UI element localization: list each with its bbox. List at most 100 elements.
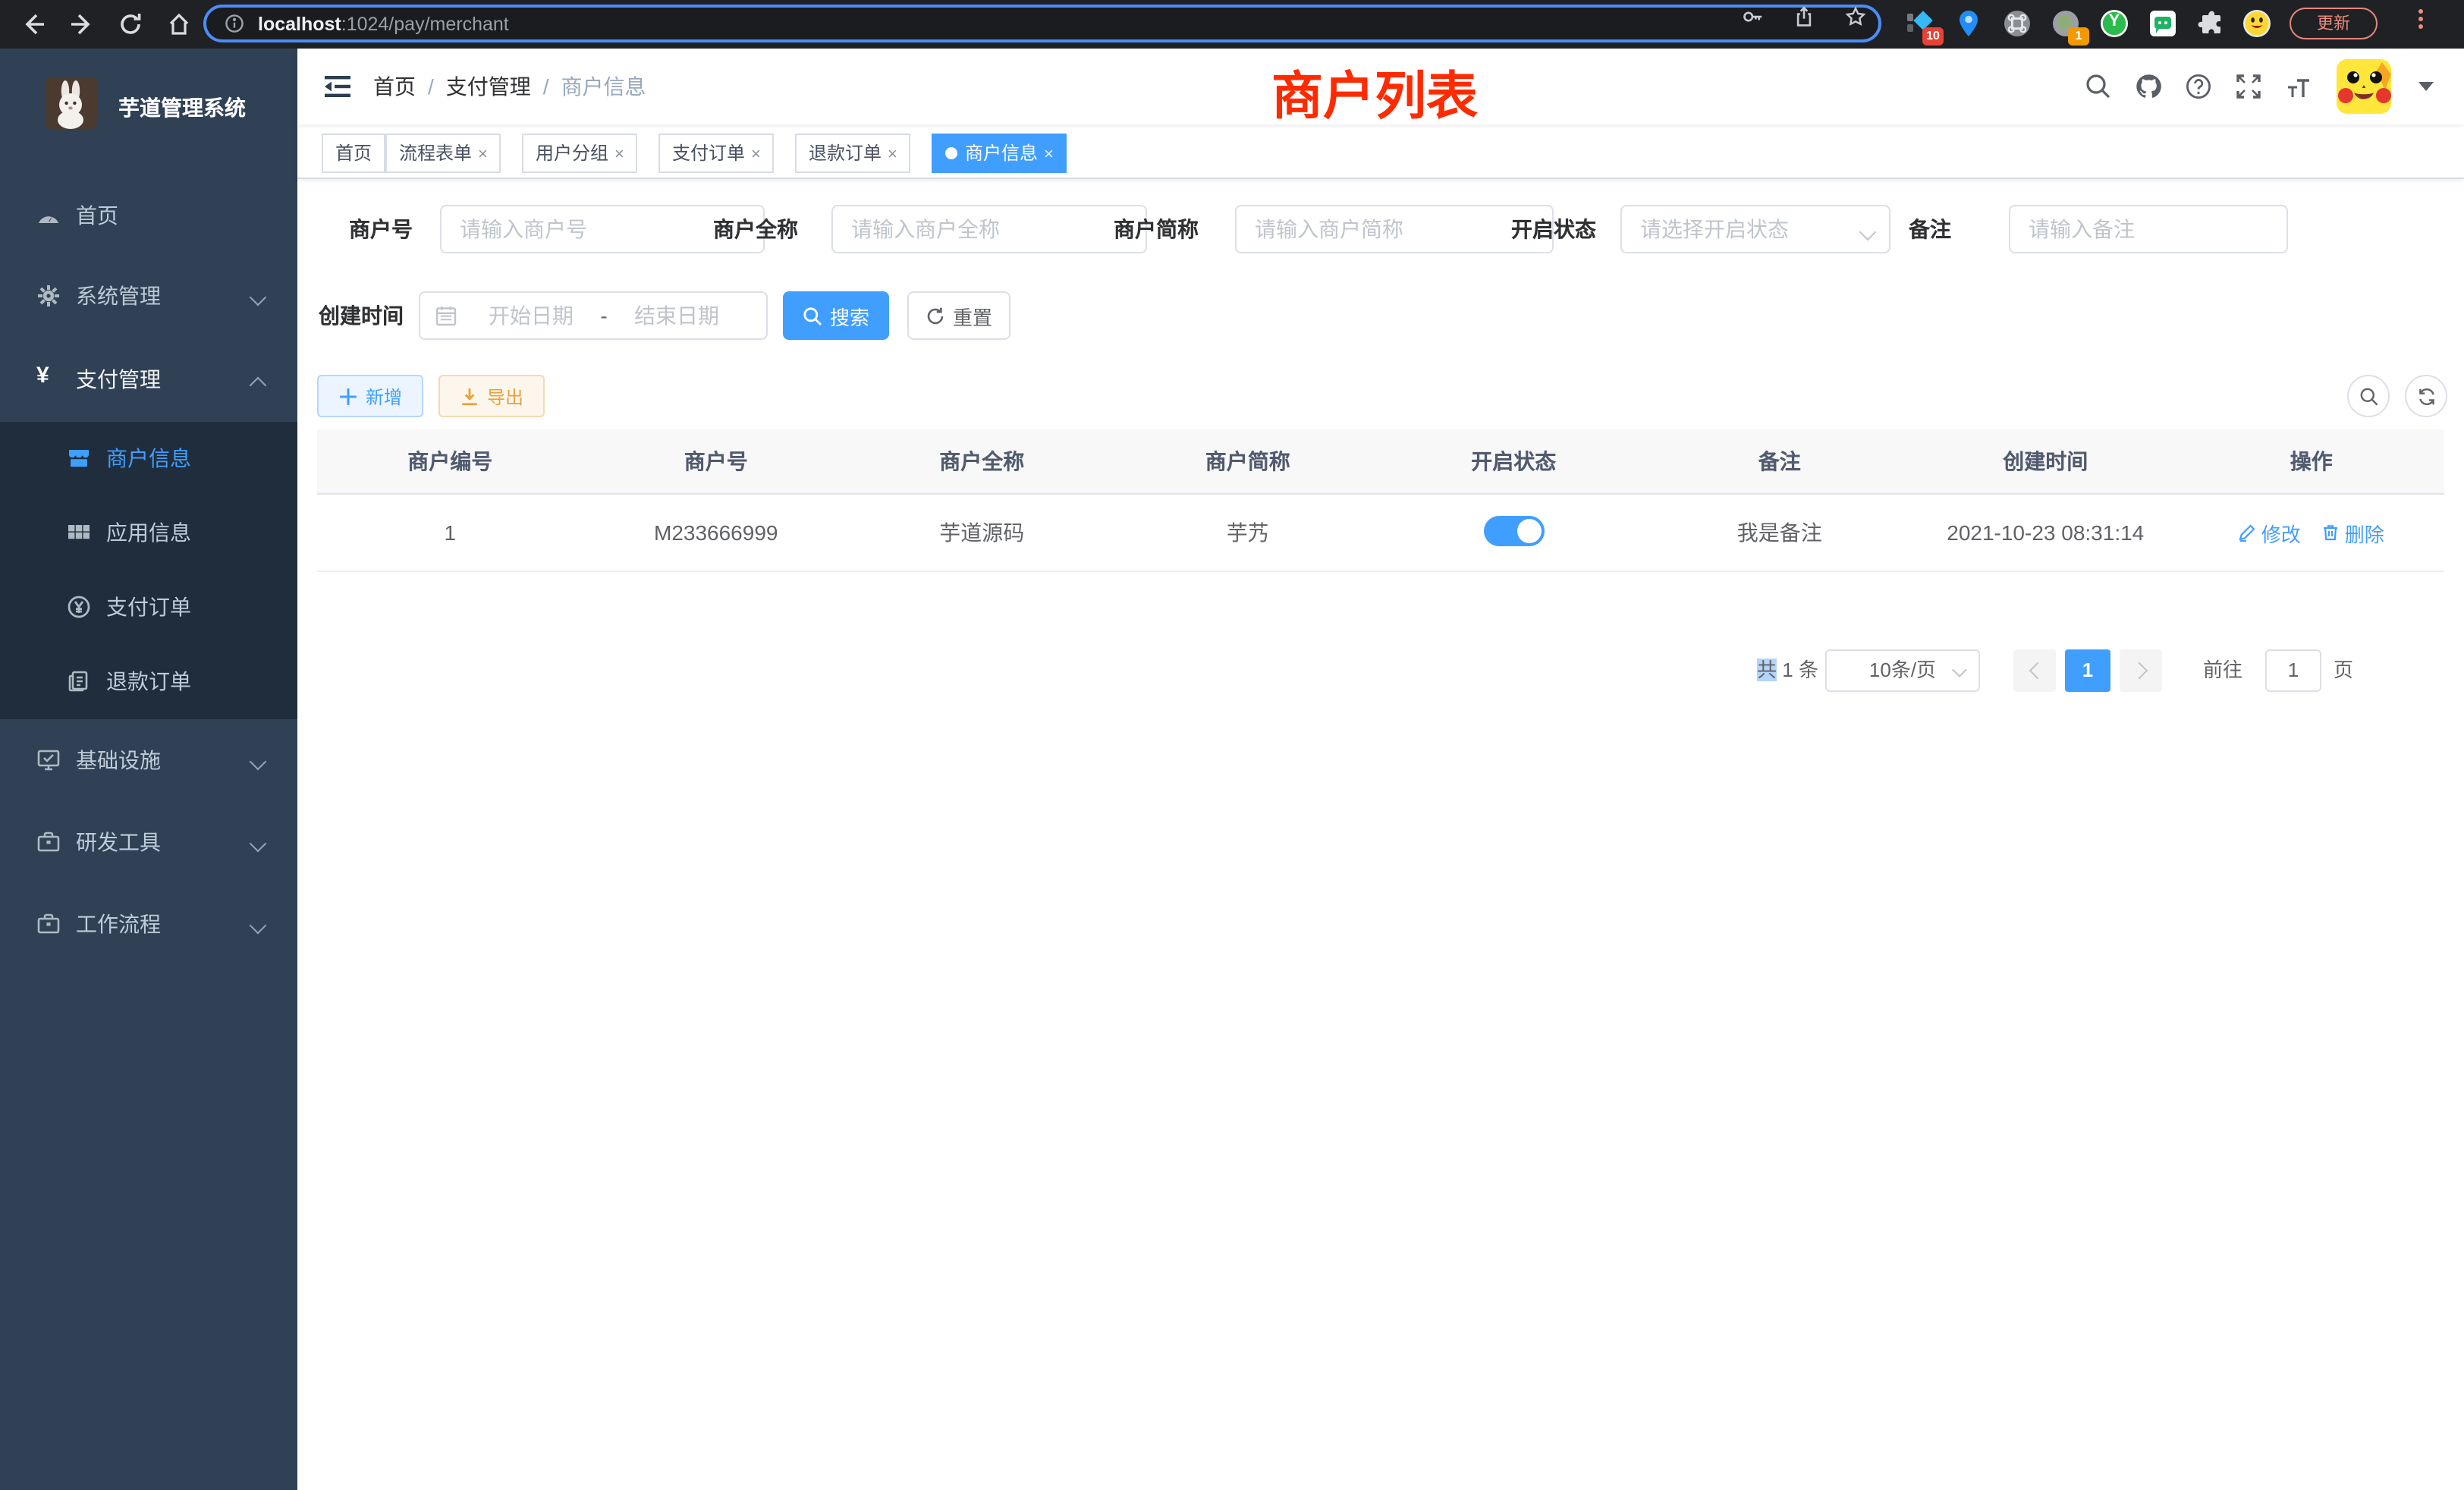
sidebar-item-home[interactable]: 首页 <box>0 173 297 258</box>
calendar-icon <box>435 305 457 326</box>
table-header: 商户编号 商户号 商户全称 商户简称 开启状态 备注 创建时间 操作 <box>317 429 2444 494</box>
total-count: 1 <box>1782 659 1793 681</box>
current-page-button[interactable]: 1 <box>2065 649 2110 692</box>
tab-refund-order[interactable]: 退款订单× <box>795 134 911 173</box>
breadcrumb-payment[interactable]: 支付管理 <box>446 74 531 99</box>
sidebar-item-system[interactable]: 系统管理 <box>0 253 297 338</box>
sidebar-item-refund-order[interactable]: 退款订单 <box>0 645 297 719</box>
extension-devtools-icon[interactable]: 10 <box>1906 9 1934 38</box>
remark-input[interactable]: 请输入备注 <box>2009 205 2288 253</box>
fullscreen-icon[interactable] <box>2235 73 2262 100</box>
tab-label: 用户分组 <box>536 143 608 164</box>
cell-full-name: 芋道源码 <box>849 494 1115 571</box>
magnifier-icon <box>803 306 822 325</box>
main-area: 首页/支付管理/商户信息 商户列表 首页 <box>297 49 2464 1490</box>
sidebar-item-app-info[interactable]: 应用信息 <box>0 496 297 571</box>
table-row: 1 M233666999 芋道源码 芋艿 我是备注 2021-10-23 08:… <box>317 494 2444 571</box>
help-icon[interactable] <box>2185 73 2212 100</box>
refresh-table-button[interactable] <box>2405 375 2447 417</box>
font-size-icon[interactable] <box>2285 73 2312 100</box>
tab-close-icon[interactable]: × <box>614 137 624 173</box>
user-avatar[interactable] <box>2337 59 2391 114</box>
sidebar-item-dev-tools[interactable]: 研发工具 <box>0 801 297 883</box>
delete-link[interactable]: 删除 <box>2322 518 2384 547</box>
github-icon[interactable] <box>2135 73 2162 100</box>
tab-home[interactable]: 首页 <box>322 134 385 173</box>
sidebar-item-label: 首页 <box>76 173 118 258</box>
full-name-input[interactable]: 请输入商户全称 <box>831 205 1147 253</box>
short-name-input[interactable]: 请输入商户简称 <box>1235 205 1554 253</box>
tab-close-icon[interactable]: × <box>751 137 761 173</box>
create-time-range-picker[interactable]: 开始日期 - 结束日期 <box>419 291 768 340</box>
browser-menu-dots-icon[interactable] <box>2415 6 2425 32</box>
add-button[interactable]: 新增 <box>317 375 423 417</box>
browser-update-button[interactable]: 更新 <box>2290 8 2378 39</box>
prev-page-button[interactable] <box>2013 649 2056 692</box>
edit-link[interactable]: 修改 <box>2239 518 2301 547</box>
extension-chat-icon[interactable] <box>2148 9 2177 38</box>
sidebar-item-payment[interactable]: ¥ 支付管理 <box>0 337 297 422</box>
page-size-select[interactable]: 10条/页 <box>1825 649 1980 692</box>
app-logo <box>46 77 97 129</box>
sidebar-item-merchant-info[interactable]: 商户信息 <box>0 422 297 496</box>
toggle-search-button[interactable] <box>2347 375 2390 417</box>
toggle-knob <box>1516 518 1541 542</box>
extensions-puzzle-icon[interactable] <box>2197 9 2226 38</box>
add-button-label: 新增 <box>366 383 402 409</box>
chevron-down-icon <box>250 835 267 853</box>
tab-close-icon[interactable]: × <box>1044 137 1054 173</box>
sidebar-fold-icon[interactable] <box>325 74 350 99</box>
next-page-button[interactable] <box>2120 649 2162 692</box>
sidebar-item-payment-order[interactable]: 支付订单 <box>0 571 297 645</box>
browser-chrome: localhost:1024/pay/merchant 10 1 Y <box>0 0 2464 49</box>
export-button[interactable]: 导出 <box>438 375 545 417</box>
status-select[interactable]: 请选择开启状态 <box>1620 205 1890 253</box>
reset-button-label: 重置 <box>953 301 992 330</box>
search-button[interactable]: 搜索 <box>783 291 889 340</box>
search-button-label: 搜索 <box>830 301 869 330</box>
start-date-placeholder: 开始日期 <box>472 293 590 338</box>
extension-pin-icon[interactable] <box>1954 9 1983 38</box>
breadcrumb-home[interactable]: 首页 <box>373 74 416 99</box>
browser-back-icon[interactable] <box>21 12 46 36</box>
extension-profile-icon[interactable]: 1 <box>2051 9 2080 38</box>
browser-home-icon[interactable] <box>167 12 191 36</box>
url-bar[interactable]: localhost:1024/pay/merchant <box>203 5 1881 42</box>
app-logo-row[interactable]: 芋道管理系统 <box>0 61 297 146</box>
tab-payment-order[interactable]: 支付订单× <box>658 134 775 173</box>
tab-merchant-info[interactable]: 商户信息× <box>932 134 1067 173</box>
tab-process-form[interactable]: 流程表单× <box>385 134 501 173</box>
reset-button[interactable]: 重置 <box>907 291 1010 340</box>
tab-user-group[interactable]: 用户分组 × <box>522 134 638 173</box>
tags-view-bar: 首页 流程表单× 用户分组 × 支付订单× 退款订单× 商户信息× <box>297 127 2464 179</box>
avatar-caret-down-icon[interactable] <box>2418 82 2434 91</box>
page-size-value: 10条/页 <box>1869 659 1936 681</box>
password-key-icon[interactable] <box>1742 6 1763 27</box>
share-icon[interactable] <box>1793 6 1815 27</box>
col-header-remark: 备注 <box>1647 429 1913 494</box>
browser-reload-icon[interactable] <box>118 12 143 36</box>
sidebar-item-infrastructure[interactable]: 基础设施 <box>0 719 297 801</box>
status-toggle[interactable] <box>1483 515 1544 545</box>
tab-close-icon[interactable]: × <box>478 137 488 173</box>
extension-command-icon[interactable] <box>2003 9 2032 38</box>
cell-remark: 我是备注 <box>1647 494 1913 571</box>
briefcase-icon <box>36 912 61 936</box>
merchant-table: 商户编号 商户号 商户全称 商户简称 开启状态 备注 创建时间 操作 1 M23… <box>317 429 2444 572</box>
remark-label: 备注 <box>1906 205 1951 253</box>
search-icon[interactable] <box>2085 73 2112 100</box>
goto-page-input[interactable]: 1 <box>2265 649 2321 692</box>
tab-close-icon[interactable]: × <box>888 137 897 173</box>
extension-y-icon[interactable]: Y <box>2100 9 2129 38</box>
sidebar-item-workflow[interactable]: 工作流程 <box>0 883 297 965</box>
bookmark-star-icon[interactable] <box>1845 6 1866 27</box>
cell-merchant-no: M233666999 <box>583 494 850 571</box>
browser-forward-icon[interactable] <box>70 12 94 36</box>
sidebar-item-label: 退款订单 <box>106 645 191 719</box>
col-header-full-name: 商户全称 <box>849 429 1115 494</box>
col-header-status: 开启状态 <box>1381 429 1647 494</box>
active-tab-dot <box>945 147 957 159</box>
chrome-profile-avatar[interactable] <box>2242 9 2271 38</box>
extension-badge: 1 <box>2068 27 2089 46</box>
info-icon[interactable] <box>225 14 244 33</box>
